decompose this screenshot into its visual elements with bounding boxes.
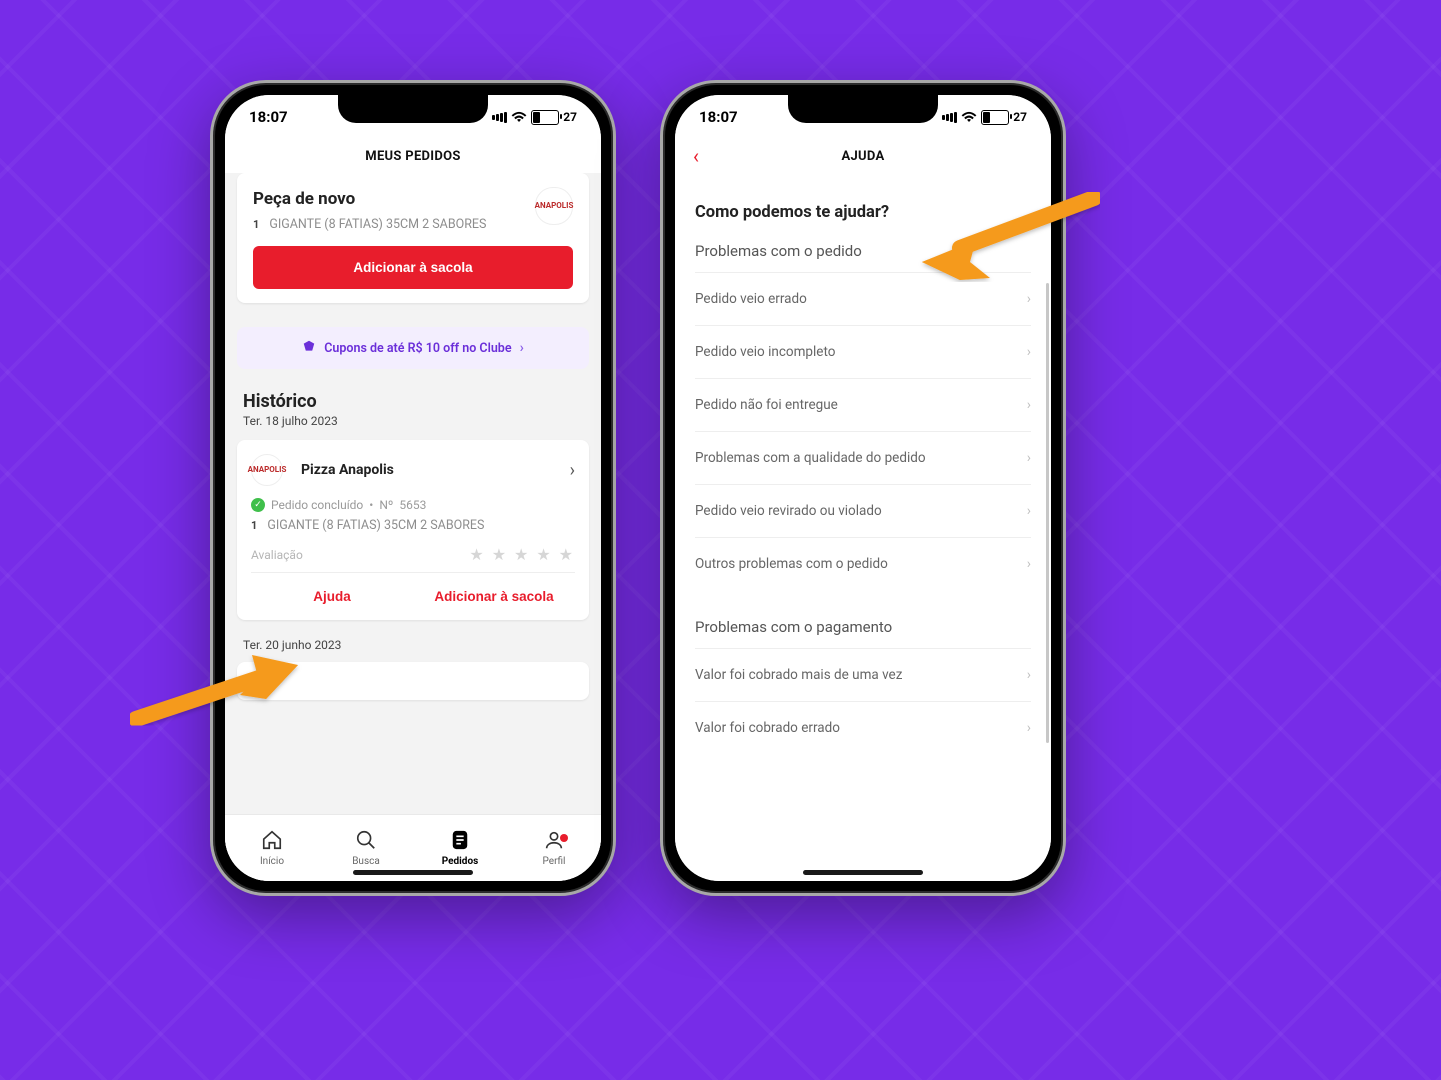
battery-icon <box>531 110 559 125</box>
history-item-name: GIGANTE (8 FATIAS) 35CM 2 SABORES <box>267 518 484 533</box>
chevron-right-icon: › <box>520 340 524 356</box>
order-status-line: ✓ Pedido concluído • Nº 5653 <box>251 498 575 512</box>
annotation-arrow-left <box>130 655 310 737</box>
page-title: AJUDA <box>841 149 884 164</box>
chevron-right-icon: › <box>1027 667 1031 683</box>
wifi-icon <box>961 111 977 123</box>
annotation-arrow-right <box>900 192 1100 282</box>
chevron-right-icon: › <box>1027 291 1031 307</box>
promo-text: Cupons de até R$ 10 off no Clube <box>324 341 511 356</box>
order-status-text: Pedido concluído <box>271 498 363 512</box>
reorder-item-name: GIGANTE (8 FATIAS) 35CM 2 SABORES <box>269 217 486 232</box>
chevron-right-icon: › <box>1027 503 1031 519</box>
help-list-label: Pedido veio errado <box>695 291 807 307</box>
reorder-item-line: 1 GIGANTE (8 FATIAS) 35CM 2 SABORES <box>253 217 573 232</box>
notification-dot <box>560 834 568 842</box>
back-button[interactable]: ‹ <box>693 146 699 166</box>
store-name: Pizza Anapolis <box>301 462 560 478</box>
status-icons: 27 <box>942 110 1027 125</box>
help-list-item[interactable]: Valor foi cobrado mais de uma vez › <box>695 648 1031 701</box>
nav-bar: ‹ AJUDA <box>675 139 1051 173</box>
notch <box>338 95 488 123</box>
signal-icon <box>492 112 507 123</box>
promo-banner[interactable]: Cupons de até R$ 10 off no Clube › <box>237 327 589 369</box>
tab-inicio[interactable]: Início <box>225 815 319 881</box>
status-time: 18:07 <box>249 108 288 126</box>
help-list-item[interactable]: Valor foi cobrado errado › <box>695 701 1031 754</box>
add-to-bag-button-history[interactable]: Adicionar à sacola <box>413 573 575 620</box>
help-list-item[interactable]: Pedido veio revirado ou violado › <box>695 484 1031 537</box>
help-list-label: Pedido não foi entregue <box>695 397 838 413</box>
restaurant-logo: ANAPOLIS <box>251 454 283 486</box>
help-list-label: Pedido veio revirado ou violado <box>695 503 882 519</box>
add-to-bag-button[interactable]: Adicionar à sacola <box>253 246 573 289</box>
help-list-label: Valor foi cobrado mais de uma vez <box>695 667 902 683</box>
store-row[interactable]: ANAPOLIS Pizza Anapolis › <box>251 454 575 486</box>
help-list-item[interactable]: Pedido veio incompleto › <box>695 325 1031 378</box>
rating-label: Avaliação <box>251 548 303 562</box>
scroll-indicator <box>1046 283 1049 743</box>
rating-row[interactable]: Avaliação ★ ★ ★ ★ ★ <box>251 545 575 564</box>
help-list-item[interactable]: Outros problemas com o pedido › <box>695 537 1031 590</box>
help-list-item[interactable]: Problemas com a qualidade do pedido › <box>695 431 1031 484</box>
status-time: 18:07 <box>699 108 738 126</box>
reorder-title: Peça de novo <box>253 189 573 209</box>
chevron-right-icon: › <box>1027 344 1031 360</box>
check-icon: ✓ <box>251 498 265 512</box>
history-date-1: Ter. 18 julho 2023 <box>243 414 583 428</box>
history-order-card: ANAPOLIS Pizza Anapolis › ✓ Pedido concl… <box>237 440 589 620</box>
help-list-label: Valor foi cobrado errado <box>695 720 840 736</box>
history-item-line: 1 GIGANTE (8 FATIAS) 35CM 2 SABORES <box>251 518 575 533</box>
battery-percent: 27 <box>1013 110 1027 124</box>
tab-perfil[interactable]: Perfil <box>507 815 601 881</box>
order-actions: Ajuda Adicionar à sacola <box>251 572 575 620</box>
chevron-right-icon: › <box>1027 720 1031 736</box>
history-item-qty: 1 <box>251 519 257 532</box>
signal-icon <box>942 112 957 123</box>
home-indicator <box>353 870 473 875</box>
home-indicator <box>803 870 923 875</box>
search-icon <box>355 829 377 854</box>
chevron-right-icon: › <box>570 460 575 481</box>
home-icon <box>261 829 283 854</box>
notch <box>788 95 938 123</box>
reorder-card: Peça de novo ANAPOLIS 1 GIGANTE (8 FATIA… <box>237 173 589 303</box>
restaurant-logo: ANAPOLIS <box>535 187 573 225</box>
battery-percent: 27 <box>563 110 577 124</box>
page-title: MEUS PEDIDOS <box>365 149 460 164</box>
history-date-2: Ter. 20 junho 2023 <box>243 638 583 652</box>
orders-content: Peça de novo ANAPOLIS 1 GIGANTE (8 FATIA… <box>225 173 601 881</box>
wifi-icon <box>511 111 527 123</box>
help-list-label: Outros problemas com o pedido <box>695 556 888 572</box>
orders-icon <box>449 829 471 854</box>
phone-screen-left: 18:07 27 MEUS PEDIDOS Peça de novo ANAPO… <box>225 95 601 881</box>
help-list-label: Pedido veio incompleto <box>695 344 835 360</box>
battery-icon <box>981 110 1009 125</box>
help-button[interactable]: Ajuda <box>251 573 413 620</box>
chevron-right-icon: › <box>1027 556 1031 572</box>
order-number-label: Nº <box>379 498 393 512</box>
chevron-right-icon: › <box>1027 397 1031 413</box>
history-heading: Histórico <box>243 391 583 412</box>
club-badge-icon <box>302 339 316 357</box>
help-list-item[interactable]: Pedido não foi entregue › <box>695 378 1031 431</box>
help-section-2: Problemas com o pagamento <box>695 618 1031 636</box>
chevron-right-icon: › <box>1027 450 1031 466</box>
nav-bar: MEUS PEDIDOS <box>225 139 601 173</box>
status-icons: 27 <box>492 110 577 125</box>
star-icons[interactable]: ★ ★ ★ ★ ★ <box>469 545 575 564</box>
order-number: 5653 <box>399 498 426 512</box>
page-background: 18:07 27 MEUS PEDIDOS Peça de novo ANAPO… <box>0 0 1441 1080</box>
help-list-label: Problemas com a qualidade do pedido <box>695 450 926 466</box>
reorder-qty: 1 <box>253 218 259 231</box>
phone-frame-left: 18:07 27 MEUS PEDIDOS Peça de novo ANAPO… <box>210 80 616 896</box>
